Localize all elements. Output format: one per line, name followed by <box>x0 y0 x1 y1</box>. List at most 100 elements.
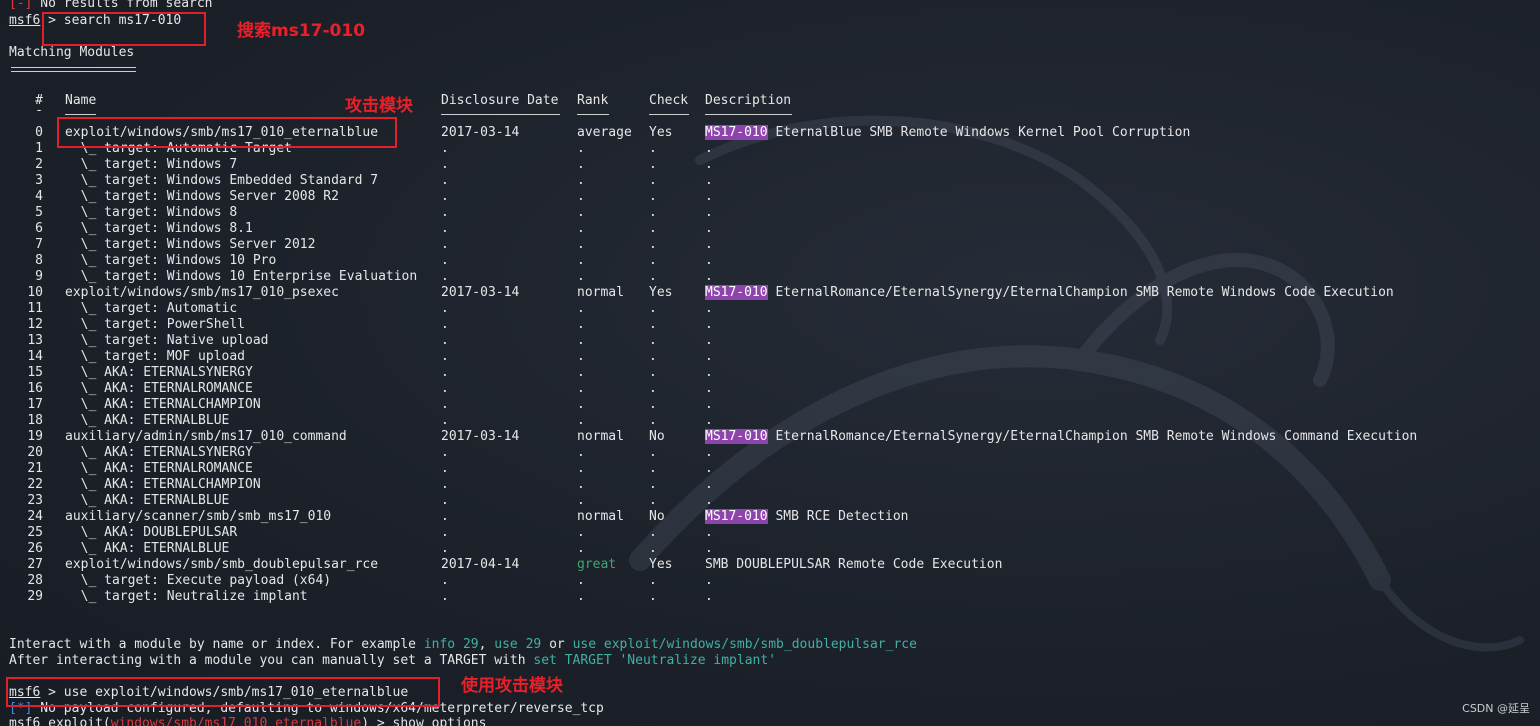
row-rank: . <box>577 237 585 252</box>
terminal-window[interactable]: [-] No results from search msf6 > search… <box>0 0 1540 726</box>
hint-sep: , <box>478 637 495 652</box>
row-check: . <box>649 317 657 332</box>
row-rank: . <box>577 173 585 188</box>
row-disclosure-date: . <box>441 589 449 604</box>
row-module-name: \_ AKA: ETERNALROMANCE <box>65 461 253 476</box>
hint-or: or <box>541 637 573 652</box>
description-text: . <box>705 221 713 236</box>
row-description: MS17-010 SMB RCE Detection <box>705 509 909 524</box>
header-name-underline <box>65 114 96 115</box>
row-check: . <box>649 269 657 284</box>
row-rank: average <box>577 125 632 140</box>
row-check: Yes <box>649 557 673 572</box>
row-description: MS17-010 EternalRomance/EternalSynergy/E… <box>705 429 1417 444</box>
row-check: . <box>649 205 657 220</box>
description-text: . <box>705 541 713 556</box>
header-name: Name <box>65 93 97 108</box>
header-description-underline <box>705 114 792 115</box>
row-check: . <box>649 365 657 380</box>
row-rank: . <box>577 541 585 556</box>
row-disclosure-date: . <box>441 493 449 508</box>
hint-use-index-cmd: use 29 <box>494 637 542 652</box>
description-text: EternalRomance/EternalSynergy/EternalCha… <box>767 429 1418 444</box>
row-check: . <box>649 541 657 556</box>
row-disclosure-date: . <box>441 365 449 380</box>
row-module-name: \_ target: Windows Server 2012 <box>65 237 316 252</box>
description-text: . <box>705 237 713 252</box>
attack-module-annotation-box <box>57 117 397 148</box>
row-num: 8 <box>35 253 43 268</box>
row-num: 11 <box>27 301 43 316</box>
row-num: 21 <box>27 461 43 476</box>
ms17-010-highlight: MS17-010 <box>705 125 768 140</box>
row-disclosure-date: . <box>441 541 449 556</box>
row-num: 25 <box>27 525 43 540</box>
row-check: . <box>649 189 657 204</box>
exploit-prompt-module: windows/smb/ms17_010_eternalblue <box>110 716 362 726</box>
row-check: . <box>649 493 657 508</box>
row-description: . <box>705 253 713 268</box>
description-text: . <box>705 445 713 460</box>
row-disclosure-date: . <box>441 237 449 252</box>
row-rank: . <box>577 317 585 332</box>
row-rank: . <box>577 365 585 380</box>
row-check: . <box>649 349 657 364</box>
row-disclosure-date: . <box>441 333 449 348</box>
row-num: 27 <box>27 557 43 572</box>
row-description: . <box>705 461 713 476</box>
row-check: . <box>649 461 657 476</box>
row-num: 17 <box>27 397 43 412</box>
description-text: . <box>705 365 713 380</box>
row-module-name: \_ AKA: DOUBLEPULSAR <box>65 525 238 540</box>
row-module-name: \_ target: Windows Server 2008 R2 <box>65 189 339 204</box>
row-module-name: \_ target: MOF upload <box>65 349 246 364</box>
row-rank: great <box>577 557 617 572</box>
row-disclosure-date: . <box>441 413 449 428</box>
description-text: . <box>705 573 713 588</box>
row-check: . <box>649 237 657 252</box>
row-num: 2 <box>35 157 43 172</box>
ms17-010-highlight: MS17-010 <box>705 285 768 300</box>
ms17-010-highlight: MS17-010 <box>705 429 768 444</box>
header-rank: Rank <box>577 93 609 108</box>
row-num: 20 <box>27 445 43 460</box>
row-num: 4 <box>35 189 43 204</box>
row-check: Yes <box>649 285 673 300</box>
row-disclosure-date: . <box>441 141 449 156</box>
row-module-name: \_ AKA: ETERNALSYNERGY <box>65 365 253 380</box>
row-module-name: \_ target: Windows 8.1 <box>65 221 253 236</box>
header-date: Disclosure Date <box>441 93 559 108</box>
description-text: . <box>705 173 713 188</box>
show-options-line[interactable]: msf6 exploit(windows/smb/ms17_010_eterna… <box>9 716 486 726</box>
row-disclosure-date: . <box>441 317 449 332</box>
row-check: . <box>649 381 657 396</box>
error-marker: [-] <box>9 0 33 11</box>
row-rank: . <box>577 253 585 268</box>
row-rank: . <box>577 477 585 492</box>
description-text: . <box>705 461 713 476</box>
row-rank: . <box>577 333 585 348</box>
row-description: SMB DOUBLEPULSAR Remote Code Execution <box>705 557 1002 572</box>
row-check: . <box>649 141 657 156</box>
row-rank: . <box>577 157 585 172</box>
row-num: 9 <box>35 269 43 284</box>
description-text: . <box>705 269 713 284</box>
row-disclosure-date: 2017-03-14 <box>441 125 520 140</box>
interact-hint-line: Interact with a module by name or index.… <box>9 637 917 653</box>
header-num-dash: - <box>35 103 43 118</box>
row-description: . <box>705 269 713 284</box>
attack-module-annotation-label: 攻击模块 <box>345 96 413 116</box>
row-description: MS17-010 EternalBlue SMB Remote Windows … <box>705 125 1190 140</box>
row-module-name: \_ AKA: ETERNALBLUE <box>65 541 230 556</box>
row-description: . <box>705 237 713 252</box>
row-check: . <box>649 221 657 236</box>
row-description: . <box>705 445 713 460</box>
description-text: EternalRomance/EternalSynergy/EternalCha… <box>767 285 1394 300</box>
row-num: 28 <box>27 573 43 588</box>
row-module-name: \_ AKA: ETERNALSYNERGY <box>65 445 253 460</box>
hint-use-name-cmd: use exploit/windows/smb/smb_doublepulsar… <box>572 637 917 652</box>
description-text: . <box>705 333 713 348</box>
row-disclosure-date: 2017-03-14 <box>441 285 520 300</box>
row-rank: . <box>577 381 585 396</box>
row-num: 7 <box>35 237 43 252</box>
